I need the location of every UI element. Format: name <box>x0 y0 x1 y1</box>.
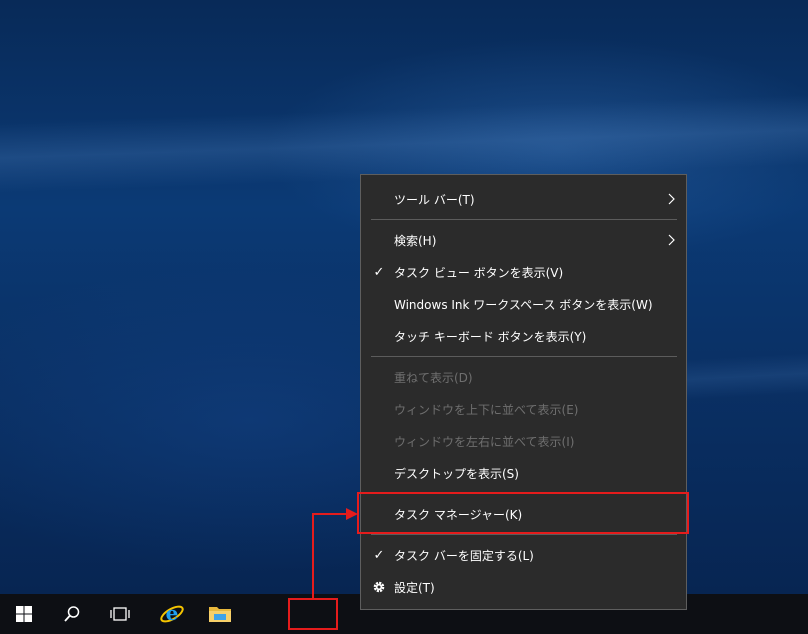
menu-item-show-windows-ink-button[interactable]: Windows Ink ワークスペース ボタンを表示(W) <box>361 288 686 320</box>
menu-item-label: 重ねて表示(D) <box>394 370 473 385</box>
task-view-button[interactable] <box>96 594 144 634</box>
taskbar-context-menu: ツール バー(T) 検索(H) ✓ タスク ビュー ボタンを表示(V) Wind… <box>360 174 687 610</box>
menu-item-label: Windows Ink ワークスペース ボタンを表示(W) <box>394 297 653 312</box>
internet-explorer-button[interactable]: e <box>148 594 196 634</box>
menu-item-label: ウィンドウを左右に並べて表示(I) <box>394 434 575 449</box>
gear-icon <box>373 581 385 593</box>
menu-item-search[interactable]: 検索(H) <box>361 224 686 256</box>
menu-item-toolbars[interactable]: ツール バー(T) <box>361 183 686 215</box>
menu-item-label: 検索(H) <box>394 233 437 248</box>
svg-text:e: e <box>166 601 179 625</box>
start-button[interactable] <box>0 594 48 634</box>
menu-item-label: デスクトップを表示(S) <box>394 466 519 481</box>
menu-item-label: タッチ キーボード ボタンを表示(Y) <box>394 329 587 344</box>
search-button[interactable] <box>48 594 96 634</box>
menu-separator <box>371 356 677 357</box>
menu-item-cascade-windows: 重ねて表示(D) <box>361 361 686 393</box>
menu-item-label: ツール バー(T) <box>394 192 475 207</box>
menu-item-show-desktop[interactable]: デスクトップを表示(S) <box>361 457 686 489</box>
chevron-right-icon <box>668 193 675 205</box>
menu-item-show-task-view-button[interactable]: ✓ タスク ビュー ボタンを表示(V) <box>361 256 686 288</box>
menu-item-settings[interactable]: 設定(T) <box>361 571 686 603</box>
file-explorer-icon <box>209 607 231 622</box>
menu-item-label: タスク ビュー ボタンを表示(V) <box>394 265 564 280</box>
check-icon: ✓ <box>373 264 385 280</box>
task-view-icon <box>110 607 130 621</box>
menu-item-lock-taskbar[interactable]: ✓ タスク バーを固定する(L) <box>361 539 686 571</box>
menu-item-show-touch-keyboard-button[interactable]: タッチ キーボード ボタンを表示(Y) <box>361 320 686 352</box>
menu-item-stack-windows: ウィンドウを上下に並べて表示(E) <box>361 393 686 425</box>
task-manager-highlight-annotation <box>357 492 689 534</box>
chevron-right-icon <box>668 234 675 246</box>
menu-item-label: 設定(T) <box>394 580 435 595</box>
internet-explorer-icon: e <box>160 601 184 625</box>
menu-separator <box>371 219 677 220</box>
check-icon: ✓ <box>373 547 385 563</box>
windows-start-icon <box>16 606 32 622</box>
menu-item-label: タスク バーを固定する(L) <box>394 548 534 563</box>
file-explorer-button[interactable] <box>196 594 244 634</box>
menu-separator <box>371 534 677 535</box>
taskbar-empty-area-annotation <box>288 598 338 630</box>
search-icon <box>64 606 80 622</box>
menu-item-label: ウィンドウを上下に並べて表示(E) <box>394 402 579 417</box>
menu-item-side-by-side-windows: ウィンドウを左右に並べて表示(I) <box>361 425 686 457</box>
